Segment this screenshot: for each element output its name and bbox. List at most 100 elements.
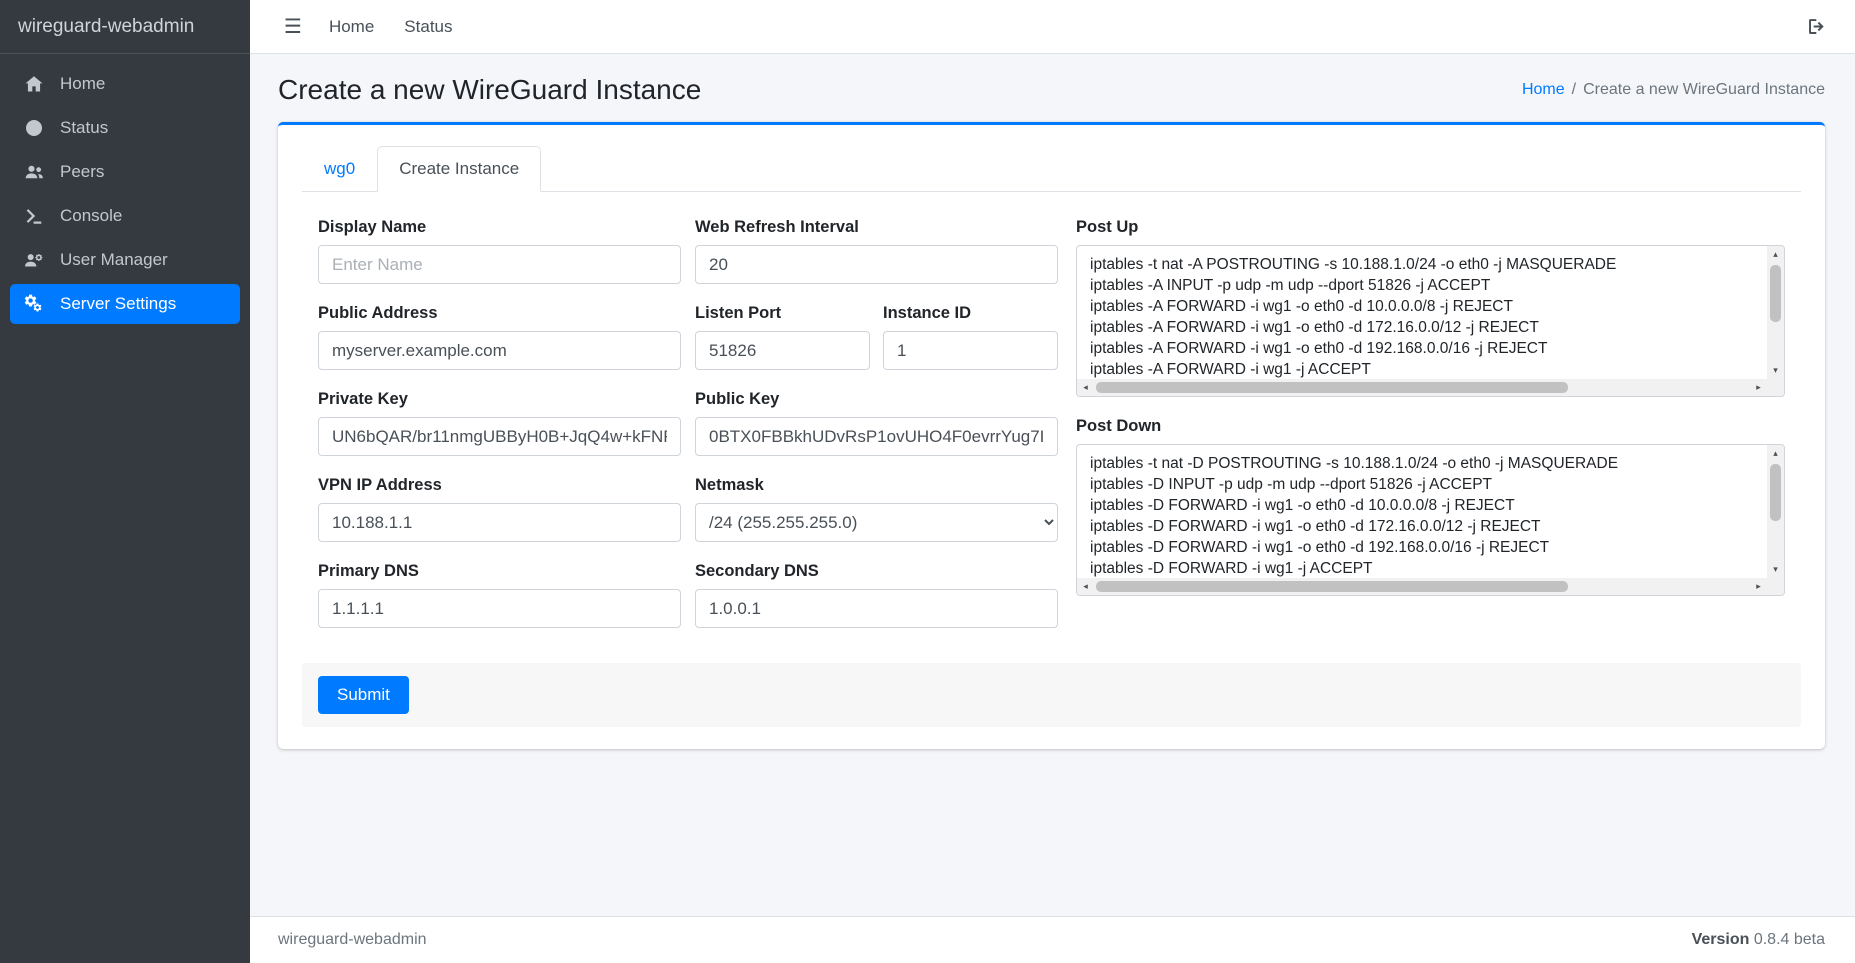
footer-version-value: 0.8.4 beta: [1754, 931, 1825, 948]
vpn-ip-address-input[interactable]: [318, 503, 681, 542]
field-instance-id: Instance ID: [883, 304, 1058, 370]
scroll-down-icon[interactable]: ▾: [1767, 561, 1784, 578]
field-netmask: Netmask /24 (255.255.255.0): [695, 476, 1058, 542]
instance-id-input[interactable]: [883, 331, 1058, 370]
secondary-dns-input[interactable]: [695, 589, 1058, 628]
sidebar-item-status[interactable]: Status: [10, 108, 240, 148]
scroll-down-icon[interactable]: ▾: [1767, 362, 1784, 379]
display-name-input[interactable]: [318, 245, 681, 284]
scroll-left-icon[interactable]: ◂: [1077, 379, 1094, 396]
scroll-up-icon[interactable]: ▴: [1767, 246, 1784, 263]
sidebar-item-label: User Manager: [60, 250, 168, 270]
scroll-right-icon[interactable]: ▸: [1750, 379, 1767, 396]
scrollbar-track[interactable]: [1094, 379, 1750, 396]
field-post-down: Post Down iptables -t nat -D POSTROUTING…: [1076, 417, 1785, 596]
sidebar-item-console[interactable]: Console: [10, 196, 240, 236]
post-down-label: Post Down: [1076, 417, 1785, 436]
instance-tabs: wg0 Create Instance: [302, 146, 1801, 192]
form-column-right: Post Up iptables -t nat -A POSTROUTING -…: [1076, 218, 1785, 648]
submit-button[interactable]: Submit: [318, 676, 409, 714]
gauge-icon: [20, 118, 47, 138]
scrollbar-thumb[interactable]: [1096, 581, 1568, 592]
web-refresh-interval-label: Web Refresh Interval: [695, 218, 1058, 237]
field-primary-dns: Primary DNS: [318, 562, 681, 628]
instance-id-label: Instance ID: [883, 304, 1058, 323]
main-column: ☰ Home Status Create a new WireGuard Ins…: [250, 0, 1855, 963]
tab-create-instance[interactable]: Create Instance: [377, 146, 541, 192]
sidebar-item-home[interactable]: Home: [10, 64, 240, 104]
primary-dns-input[interactable]: [318, 589, 681, 628]
post-up-label: Post Up: [1076, 218, 1785, 237]
post-down-textarea-wrap: iptables -t nat -D POSTROUTING -s 10.188…: [1076, 444, 1785, 596]
listen-port-input[interactable]: [695, 331, 870, 370]
form-column-left: Display Name Public Address Private Key: [318, 218, 681, 648]
form-footer: Submit: [302, 663, 1801, 727]
breadcrumb-home-link[interactable]: Home: [1522, 81, 1565, 98]
menu-icon[interactable]: ☰: [272, 10, 314, 43]
field-public-key: Public Key: [695, 390, 1058, 456]
navbar-link-status[interactable]: Status: [389, 13, 467, 41]
scrollbar-track[interactable]: [1094, 578, 1750, 595]
sidebar-item-label: Server Settings: [60, 294, 176, 314]
field-secondary-dns: Secondary DNS: [695, 562, 1058, 628]
scrollbar-track[interactable]: [1767, 263, 1784, 362]
instance-card: wg0 Create Instance Display Name Public …: [278, 122, 1825, 749]
page-title: Create a new WireGuard Instance: [278, 74, 701, 106]
tab-wg0[interactable]: wg0: [302, 146, 377, 192]
scroll-up-icon[interactable]: ▴: [1767, 445, 1784, 462]
content-area: Create a new WireGuard Instance Home/Cre…: [250, 54, 1855, 916]
sidebar-item-label: Peers: [60, 162, 104, 182]
web-refresh-interval-input[interactable]: [695, 245, 1058, 284]
scroll-left-icon[interactable]: ◂: [1077, 578, 1094, 595]
app-layout: wireguard-webadmin Home Status Peers: [0, 0, 1855, 963]
terminal-icon: [20, 206, 47, 226]
field-listen-port: Listen Port: [695, 304, 870, 370]
user-group-gear-icon: [20, 250, 47, 270]
private-key-label: Private Key: [318, 390, 681, 409]
sidebar-item-server-settings[interactable]: Server Settings: [10, 284, 240, 324]
private-key-input[interactable]: [318, 417, 681, 456]
field-post-up: Post Up iptables -t nat -A POSTROUTING -…: [1076, 218, 1785, 397]
sidebar-nav: Home Status Peers Console: [0, 54, 250, 338]
sidebar-item-peers[interactable]: Peers: [10, 152, 240, 192]
post-up-textarea-wrap: iptables -t nat -A POSTROUTING -s 10.188…: [1076, 245, 1785, 397]
post-down-vertical-scrollbar[interactable]: ▴ ▾: [1767, 445, 1784, 578]
post-down-horizontal-scrollbar[interactable]: ◂ ▸: [1077, 578, 1767, 595]
form-column-middle: Web Refresh Interval Listen Port Instanc…: [695, 218, 1058, 648]
scrollbar-thumb[interactable]: [1096, 382, 1568, 393]
create-instance-form: Display Name Public Address Private Key: [278, 192, 1825, 648]
sidebar-item-user-manager[interactable]: User Manager: [10, 240, 240, 280]
sidebar: wireguard-webadmin Home Status Peers: [0, 0, 250, 963]
footer-version-label: Version: [1692, 931, 1750, 948]
netmask-select[interactable]: /24 (255.255.255.0): [695, 503, 1058, 542]
post-up-horizontal-scrollbar[interactable]: ◂ ▸: [1077, 379, 1767, 396]
sidebar-brand[interactable]: wireguard-webadmin: [0, 0, 250, 54]
post-down-textarea[interactable]: iptables -t nat -D POSTROUTING -s 10.188…: [1077, 445, 1784, 595]
logout-icon[interactable]: [1800, 12, 1833, 41]
public-address-label: Public Address: [318, 304, 681, 323]
content-header: Create a new WireGuard Instance Home/Cre…: [250, 54, 1855, 122]
public-address-input[interactable]: [318, 331, 681, 370]
navbar-right: [1800, 12, 1833, 41]
field-web-refresh-interval: Web Refresh Interval: [695, 218, 1058, 284]
field-vpn-ip-address: VPN IP Address: [318, 476, 681, 542]
public-key-input[interactable]: [695, 417, 1058, 456]
secondary-dns-label: Secondary DNS: [695, 562, 1058, 581]
scrollbar-track[interactable]: [1767, 462, 1784, 561]
post-up-textarea[interactable]: iptables -t nat -A POSTROUTING -s 10.188…: [1077, 246, 1784, 396]
navbar-link-home[interactable]: Home: [314, 13, 389, 41]
page-footer: wireguard-webadmin Version 0.8.4 beta: [250, 916, 1855, 963]
post-up-vertical-scrollbar[interactable]: ▴ ▾: [1767, 246, 1784, 379]
netmask-label: Netmask: [695, 476, 1058, 495]
scrollbar-thumb[interactable]: [1770, 265, 1781, 322]
port-id-row: Listen Port Instance ID: [695, 304, 1058, 390]
breadcrumb: Home/Create a new WireGuard Instance: [1522, 81, 1825, 99]
field-public-address: Public Address: [318, 304, 681, 370]
sidebar-item-label: Home: [60, 74, 105, 94]
display-name-label: Display Name: [318, 218, 681, 237]
vpn-ip-address-label: VPN IP Address: [318, 476, 681, 495]
sidebar-item-label: Status: [60, 118, 108, 138]
scrollbar-thumb[interactable]: [1770, 464, 1781, 521]
scroll-right-icon[interactable]: ▸: [1750, 578, 1767, 595]
top-navbar: ☰ Home Status: [250, 0, 1855, 54]
